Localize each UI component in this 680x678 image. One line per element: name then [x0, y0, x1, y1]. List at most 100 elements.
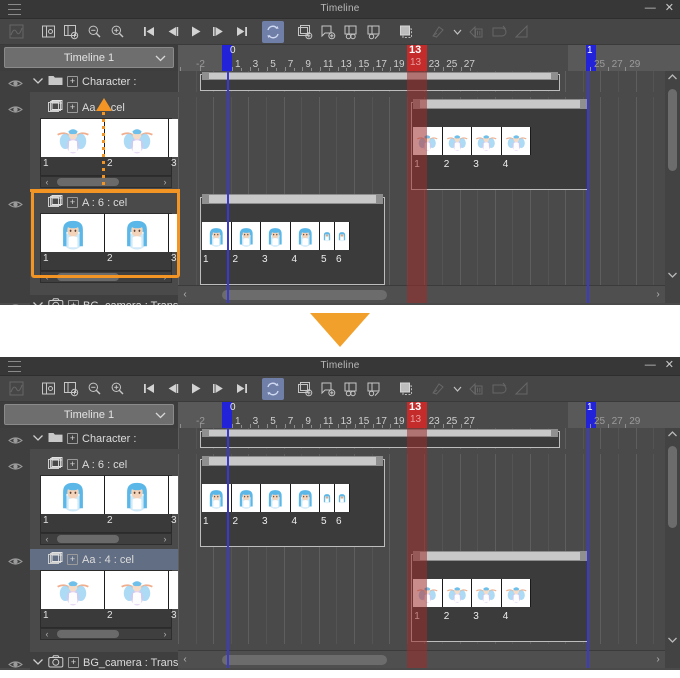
- eye-visible-icon[interactable]: [8, 76, 23, 87]
- layer-thumbnail[interactable]: [41, 476, 105, 514]
- show-lightbox-icon[interactable]: [37, 21, 59, 43]
- timeline-track-area-bottom[interactable]: 1 2 3 4 56 1 2 3 4: [178, 428, 680, 668]
- cel-thumbnail[interactable]: [472, 579, 502, 607]
- close-button[interactable]: ✕: [665, 359, 674, 372]
- track-row[interactable]: [178, 428, 680, 449]
- layer-header[interactable]: +BG_camera : Transform: [30, 295, 178, 305]
- duplicate-animation-cel-icon[interactable]: [340, 21, 362, 43]
- zoom-out-icon[interactable]: [83, 378, 105, 400]
- layer-thumbnail-scrollbar[interactable]: ‹ ›: [40, 533, 172, 545]
- graph-editor-icon[interactable]: [5, 21, 27, 43]
- chevron-down-icon[interactable]: [32, 433, 44, 445]
- eye-visible-icon[interactable]: [8, 197, 23, 208]
- clip-handle-right[interactable]: [376, 195, 382, 203]
- layer-thumbnail-strip[interactable]: 1 2 3: [40, 118, 233, 176]
- show-lightbox-icon[interactable]: [37, 378, 59, 400]
- scroll-thumb[interactable]: [222, 289, 387, 300]
- cel-thumbnail[interactable]: [442, 127, 473, 155]
- ruler-start-marker[interactable]: 0: [222, 45, 236, 71]
- clip-handle-left[interactable]: [203, 430, 209, 436]
- frame-ruler-bottom[interactable]: -201357911131517192123252713131252729: [178, 402, 680, 428]
- clip-handle-left[interactable]: [414, 552, 421, 560]
- cel-clip-handle-bar[interactable]: [202, 194, 383, 204]
- clip-handle-right[interactable]: [551, 430, 557, 436]
- scroll-left-arrow[interactable]: ‹: [178, 289, 192, 300]
- delete-cel-icon[interactable]: [395, 378, 417, 400]
- scroll-track[interactable]: [53, 273, 159, 281]
- eye-visible-icon[interactable]: [8, 554, 23, 565]
- minimize-button[interactable]: —: [645, 2, 656, 15]
- track-row[interactable]: [178, 71, 680, 92]
- cel-thumbnail[interactable]: [335, 484, 350, 512]
- layer-span-handle-bar[interactable]: [202, 429, 558, 437]
- layer-thumbnail[interactable]: [41, 214, 105, 252]
- cel-thumbnail[interactable]: [231, 484, 261, 512]
- scroll-down-arrow[interactable]: [667, 634, 678, 648]
- layer-thumbnail[interactable]: [105, 571, 169, 609]
- layer-header[interactable]: + Aa : 4 : cel: [30, 549, 178, 570]
- scroll-left-arrow[interactable]: ‹: [178, 654, 192, 665]
- eye-visible-icon[interactable]: [8, 657, 23, 668]
- scroll-track[interactable]: [53, 630, 159, 638]
- layer-thumbnail-scrollbar[interactable]: ‹ ›: [40, 176, 172, 188]
- scroll-up-arrow[interactable]: [665, 428, 680, 442]
- track-row[interactable]: 1 2 3 4 56: [178, 454, 680, 549]
- play-icon[interactable]: [184, 21, 206, 43]
- scroll-thumb[interactable]: [222, 654, 387, 665]
- previous-frame-icon[interactable]: [161, 378, 183, 400]
- vertical-scroll-thumb[interactable]: [668, 446, 677, 528]
- cel-thumbnail[interactable]: [231, 222, 261, 250]
- linear-interpolation-icon[interactable]: [511, 378, 533, 400]
- vertical-scrollbar[interactable]: [665, 71, 680, 303]
- expand-plus-box[interactable]: +: [67, 197, 78, 208]
- scroll-right-arrow[interactable]: ›: [159, 177, 171, 187]
- horizontal-scrollbar[interactable]: ‹ ›: [178, 285, 665, 303]
- layer-thumbnail[interactable]: [105, 119, 169, 157]
- new-animation-cel-icon[interactable]: [294, 21, 316, 43]
- next-frame-icon[interactable]: [207, 21, 229, 43]
- cel-clip-handle-bar[interactable]: [413, 99, 588, 109]
- expand-plus-box[interactable]: +: [67, 102, 78, 113]
- cel-thumbnail[interactable]: [413, 579, 443, 607]
- timeline-selector[interactable]: Timeline 1: [4, 47, 174, 68]
- go-to-end-icon[interactable]: [230, 378, 252, 400]
- layer-thumbnail[interactable]: [41, 119, 105, 157]
- clip-handle-right[interactable]: [580, 552, 587, 560]
- chevron-down-icon[interactable]: [450, 21, 464, 43]
- new-animation-cel-icon[interactable]: [294, 378, 316, 400]
- loop-playback-icon[interactable]: [262, 377, 284, 400]
- copy-specific-cel-icon[interactable]: [363, 21, 385, 43]
- delete-cel-icon[interactable]: [395, 21, 417, 43]
- cel-thumbnail[interactable]: [320, 222, 335, 250]
- clip-handle-right[interactable]: [580, 100, 587, 108]
- go-to-start-icon[interactable]: [138, 378, 160, 400]
- scroll-right-arrow[interactable]: ›: [159, 629, 171, 639]
- zoom-in-icon[interactable]: [106, 378, 128, 400]
- layer-thumbnail[interactable]: [105, 214, 169, 252]
- clip-handle-left[interactable]: [203, 73, 209, 79]
- vertical-scroll-thumb[interactable]: [668, 89, 677, 171]
- layer-header[interactable]: + A : 6 : cel: [30, 454, 178, 475]
- go-to-end-icon[interactable]: [230, 21, 252, 43]
- smooth-interpolation-icon[interactable]: [488, 21, 510, 43]
- scroll-left-arrow[interactable]: ‹: [41, 629, 53, 639]
- eye-visible-icon[interactable]: [8, 459, 23, 470]
- clip-handle-left[interactable]: [414, 100, 421, 108]
- cel-thumbnail[interactable]: [290, 484, 320, 512]
- ruler-start-marker[interactable]: 0: [222, 402, 236, 428]
- play-icon[interactable]: [184, 378, 206, 400]
- clip-handle-left[interactable]: [203, 457, 209, 465]
- layer-thumbnail-strip[interactable]: 1 2 3: [40, 213, 233, 271]
- duplicate-animation-cel-icon[interactable]: [340, 378, 362, 400]
- expand-plus-box[interactable]: +: [67, 554, 78, 565]
- go-to-start-icon[interactable]: [138, 21, 160, 43]
- cel-thumbnail[interactable]: [335, 222, 350, 250]
- add-lightbox-icon[interactable]: [60, 378, 82, 400]
- copy-specific-cel-icon[interactable]: [363, 378, 385, 400]
- cel-thumbnail[interactable]: [320, 484, 335, 512]
- cel-clip-handle-bar[interactable]: [413, 551, 588, 561]
- vertical-scrollbar[interactable]: [665, 428, 680, 668]
- delete-keyframe-icon[interactable]: [465, 378, 487, 400]
- zoom-in-icon[interactable]: [106, 21, 128, 43]
- scroll-right-arrow[interactable]: ›: [651, 289, 665, 300]
